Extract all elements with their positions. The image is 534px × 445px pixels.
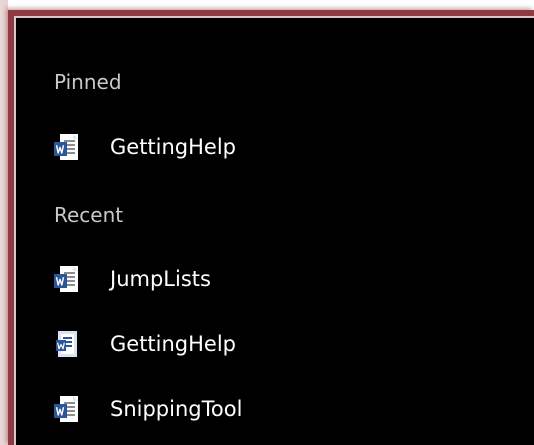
screenshot-frame: Pinned GettingHelp Recent JumpLists Gett… — [0, 0, 534, 445]
recent-item-label: JumpLists — [110, 267, 211, 291]
word-document-icon — [52, 132, 82, 162]
word-document-icon — [52, 394, 82, 424]
word-template-icon — [52, 329, 82, 359]
pinned-section-header: Pinned — [54, 70, 122, 94]
recent-section-header: Recent — [54, 203, 124, 227]
recent-item-gettinghelp[interactable]: GettingHelp — [52, 323, 492, 365]
recent-item-snippingtool[interactable]: SnippingTool — [52, 388, 492, 430]
recent-item-label: GettingHelp — [110, 332, 237, 356]
recent-item-label: SnippingTool — [110, 397, 243, 421]
pinned-item-gettinghelp[interactable]: GettingHelp — [52, 126, 492, 168]
jump-list-menu: Pinned GettingHelp Recent JumpLists Gett… — [8, 10, 534, 445]
recent-item-jumplists[interactable]: JumpLists — [52, 258, 492, 300]
jump-list-panel: Pinned GettingHelp Recent JumpLists Gett… — [14, 16, 534, 445]
pinned-item-label: GettingHelp — [110, 135, 237, 159]
word-document-icon — [52, 264, 82, 294]
